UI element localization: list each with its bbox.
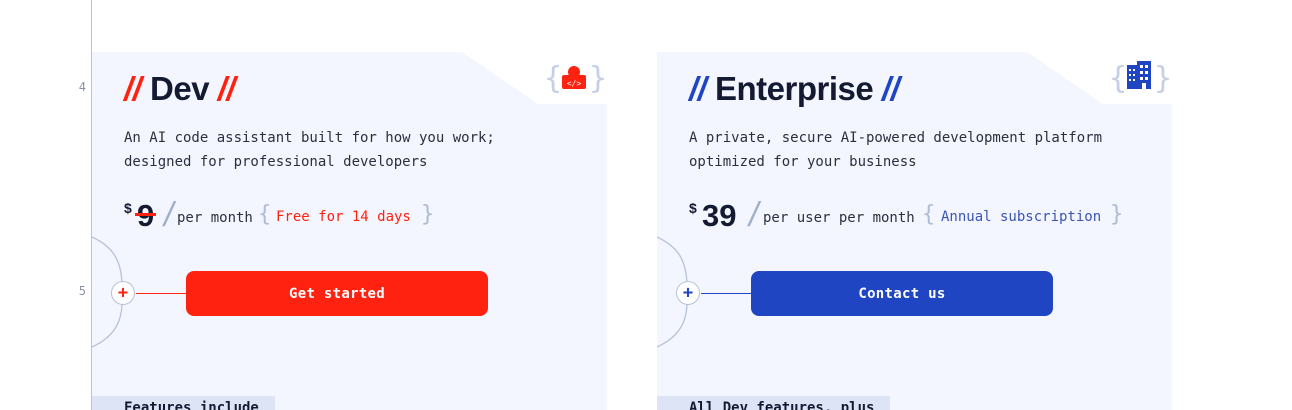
title-slashes: // <box>124 70 142 107</box>
svg-text:}: } <box>589 61 607 96</box>
plan-title: // Dev // <box>124 70 236 108</box>
get-started-button[interactable]: Get started <box>186 271 488 316</box>
title-slashes: // <box>689 70 707 107</box>
expand-plus-button[interactable]: + <box>676 281 700 305</box>
title-slashes: // <box>881 70 900 107</box>
svg-text:{: { <box>544 61 562 96</box>
basket-code-icon: { } </> <box>544 58 607 103</box>
currency-symbol: $ <box>689 200 697 216</box>
description-line: designed for professional developers <box>124 154 428 170</box>
price-period: per month <box>177 210 253 226</box>
connector-line <box>701 293 751 294</box>
description-line: A private, secure AI-powered development… <box>689 130 1103 146</box>
trial-badge: Free for 14 days <box>276 209 411 225</box>
price-amount-struck: 9 <box>134 198 157 233</box>
brace-open: { <box>258 202 272 227</box>
svg-text:</>: </> <box>567 79 582 88</box>
brace-close: } <box>1110 202 1124 227</box>
pricing-card-dev: { } </> // Dev // An AI code assistant b… <box>92 52 607 410</box>
currency-symbol: $ <box>124 200 132 216</box>
description-line: optimized for your business <box>689 154 917 170</box>
connector-line <box>136 293 186 294</box>
plan-name: Enterprise <box>715 70 874 107</box>
plan-description: A private, secure AI-powered development… <box>689 126 1129 174</box>
subscription-badge: Annual subscription <box>941 209 1102 225</box>
price-slash: / <box>749 196 759 234</box>
expand-plus-button[interactable]: + <box>111 281 135 305</box>
svg-text:{: { <box>1109 61 1127 96</box>
description-line: An AI code assistant built for how you w… <box>124 130 495 146</box>
plan-description: An AI code assistant built for how you w… <box>124 126 564 174</box>
building-icon: { } <box>1109 58 1172 103</box>
pricing-card-enterprise: { } // Enterprise // A private, secure A… <box>657 52 1172 410</box>
brace-open: { <box>922 202 936 227</box>
features-heading: All Dev features, plus <box>657 396 891 410</box>
features-heading: Features include <box>92 396 275 410</box>
brace-close: } <box>421 202 435 227</box>
svg-text:}: } <box>1154 61 1172 96</box>
price-amount: 39 <box>702 198 737 233</box>
price-slash: / <box>164 196 174 234</box>
contact-us-button[interactable]: Contact us <box>751 271 1053 316</box>
price-period: per user per month <box>763 210 915 226</box>
plan-name: Dev <box>150 70 210 107</box>
title-slashes: // <box>217 70 236 107</box>
plan-title: // Enterprise // <box>689 70 900 108</box>
line-number: 4 <box>78 80 86 94</box>
line-number: 5 <box>78 284 86 298</box>
